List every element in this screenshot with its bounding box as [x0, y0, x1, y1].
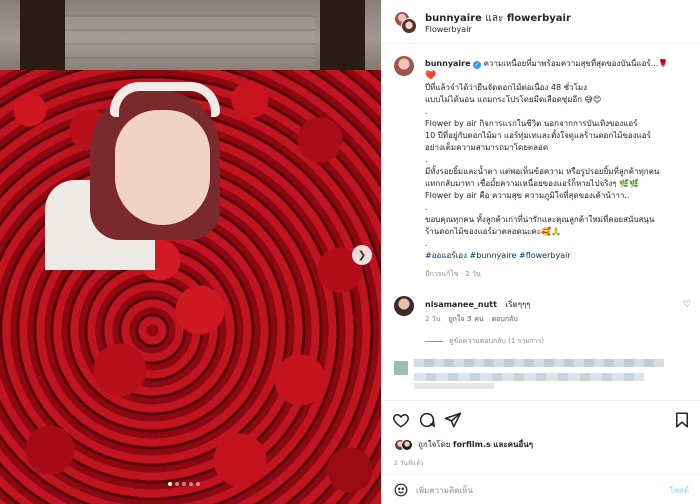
- comment-text: เริ่ดๆๆๆ: [505, 300, 531, 309]
- comment-item: nisamanee_nutt เริ่ดๆๆๆ 2 วัน ถูกใจ 3 คน…: [382, 292, 700, 348]
- likes-prefix: ถูกใจโดย: [418, 440, 451, 449]
- caption-dot: .: [425, 239, 428, 248]
- avatar[interactable]: [401, 18, 417, 34]
- comment-line: nisamanee_nutt เริ่ดๆๆๆ: [425, 298, 531, 311]
- view-replies-button[interactable]: ดูข้อความตอบกลับ (1 รายการ): [425, 336, 544, 347]
- heart-emoji: ❤️: [425, 71, 437, 81]
- author-link[interactable]: bunnyaire: [425, 13, 482, 24]
- likes-summary: ถูกใจโดย forfilm.s และคนอื่นๆ: [394, 438, 533, 451]
- comment-username[interactable]: nisamanee_nutt: [425, 300, 497, 309]
- heart-icon[interactable]: [392, 411, 410, 429]
- bookmark-icon[interactable]: [673, 411, 691, 429]
- caption-text: bunnyaire ✓ ความเหนื่อยที่มาพร้อมความสุข…: [425, 58, 691, 280]
- carousel-dot: [182, 482, 186, 486]
- caption-line: Flower by air กิจการแรกในชีวิต นอกจากการ…: [425, 119, 638, 128]
- caption-line: แทกกลับมาหา เชื่อมั้ยความเหนื่อยของแอร์ก…: [425, 179, 640, 188]
- instagram-post: ❯ bunnyaire และ flowerbyair Flowerbyair: [0, 0, 700, 504]
- caption-line: ความเหนื่อยที่มาพร้อมความสุขที่สุดของบัน…: [483, 59, 669, 68]
- person-figure: [45, 70, 240, 270]
- caption-line: ขอบคุณทุกคน ทั้งลูกค้าเก่าที่น่ารักและคุ…: [425, 215, 655, 224]
- add-comment-bar: โพสต์: [382, 474, 700, 504]
- avatar: [401, 438, 413, 451]
- caption-section: bunnyaire ✓ ความเหนื่อยที่มาพร้อมความสุข…: [382, 44, 700, 292]
- caption-dot: .: [425, 155, 428, 164]
- emoji-icon[interactable]: [394, 483, 408, 497]
- and-label: และ: [485, 13, 504, 24]
- comment-time: 2 วัน: [425, 315, 441, 323]
- next-image-button[interactable]: ❯: [352, 245, 372, 265]
- post-authors: bunnyaire และ flowerbyair: [425, 11, 571, 26]
- post-date: 2 วันที่แล้ว: [394, 460, 424, 467]
- caption-line: 10 ปีที่อยู่กับดอกไม้มา แอร์ทุ่มเทและตั้…: [425, 131, 651, 140]
- collaborator-link[interactable]: flowerbyair: [507, 13, 571, 24]
- carousel-dots: [168, 482, 200, 486]
- caption-line: มีทั้งรอยยิ้มและน้ำตา แต่พอเห็นข้อความ ห…: [425, 167, 660, 176]
- person-headband: [110, 82, 220, 117]
- comment-like-button[interactable]: ♡: [683, 300, 691, 310]
- comment-meta: 2 วัน ถูกใจ 3 คน ตอบกลับ: [425, 314, 518, 325]
- action-bar: [382, 400, 700, 436]
- reply-button[interactable]: ตอบกลับ: [492, 314, 518, 325]
- caption-line: ร้านดอกไม้ของแอร์มาตลอดนะคะ🥰🙏: [425, 227, 562, 236]
- caption-line: ปีที่แล้วจำได้ว่ายืนจัดดอกไม้ต่อเนื่อง 4…: [425, 83, 588, 92]
- verified-badge-icon: ✓: [473, 61, 482, 69]
- divider: [425, 341, 443, 342]
- blurred-avatar: [394, 361, 408, 375]
- carousel-dot: [175, 482, 179, 486]
- person-face: [115, 110, 210, 225]
- likes-text: ถูกใจโดย forfilm.s และคนอื่นๆ: [418, 438, 533, 451]
- carousel-dot: [189, 482, 193, 486]
- carousel-dot: [196, 482, 200, 486]
- blurred-comment: [394, 355, 684, 393]
- view-replies-label: ดูข้อความตอบกลับ (1 รายการ): [449, 337, 544, 345]
- heart-icon: ♡: [682, 300, 691, 310]
- caption-line: แบบไม่ได้นอน แถมกระโปรโดยมีดเลือดซุ่มอีก…: [425, 95, 602, 104]
- blurred-text: [414, 373, 644, 381]
- post-side-panel: bunnyaire และ flowerbyair Flowerbyair bu…: [381, 0, 700, 504]
- caption-username[interactable]: bunnyaire: [425, 59, 471, 68]
- avatar[interactable]: [394, 56, 414, 76]
- avatar[interactable]: [394, 296, 414, 316]
- post-header: bunnyaire และ flowerbyair Flowerbyair: [382, 0, 700, 44]
- caption-dot: .: [425, 203, 428, 212]
- liker-username[interactable]: forfilm.s: [453, 440, 491, 449]
- caption-line: Flower by air คือ ความสุข ความภูมิใจที่ส…: [425, 191, 630, 200]
- chevron-right-icon: ❯: [357, 249, 367, 261]
- edited-label: มีการแก้ไข · 2 วัน: [425, 270, 481, 278]
- hashtags[interactable]: #ออแอร์เอง #bunnyaire #flowerbyair: [425, 250, 691, 262]
- share-icon[interactable]: [444, 411, 462, 429]
- post-comment-button[interactable]: โพสต์: [669, 484, 689, 497]
- post-subtitle[interactable]: Flowerbyair: [425, 25, 472, 34]
- comment-likes[interactable]: ถูกใจ 3 คน: [448, 314, 483, 325]
- blurred-text: [414, 359, 664, 367]
- comment-icon[interactable]: [418, 411, 436, 429]
- carousel-dot: [168, 482, 172, 486]
- caption-dot: .: [425, 107, 428, 116]
- likes-others[interactable]: และคนอื่นๆ: [493, 440, 533, 449]
- comment-input[interactable]: [416, 481, 636, 499]
- post-media[interactable]: ❯: [0, 0, 381, 504]
- caption-line: อย่างเต็มความสามารถมาโดยตลอด: [425, 143, 549, 152]
- blurred-text: [414, 383, 494, 389]
